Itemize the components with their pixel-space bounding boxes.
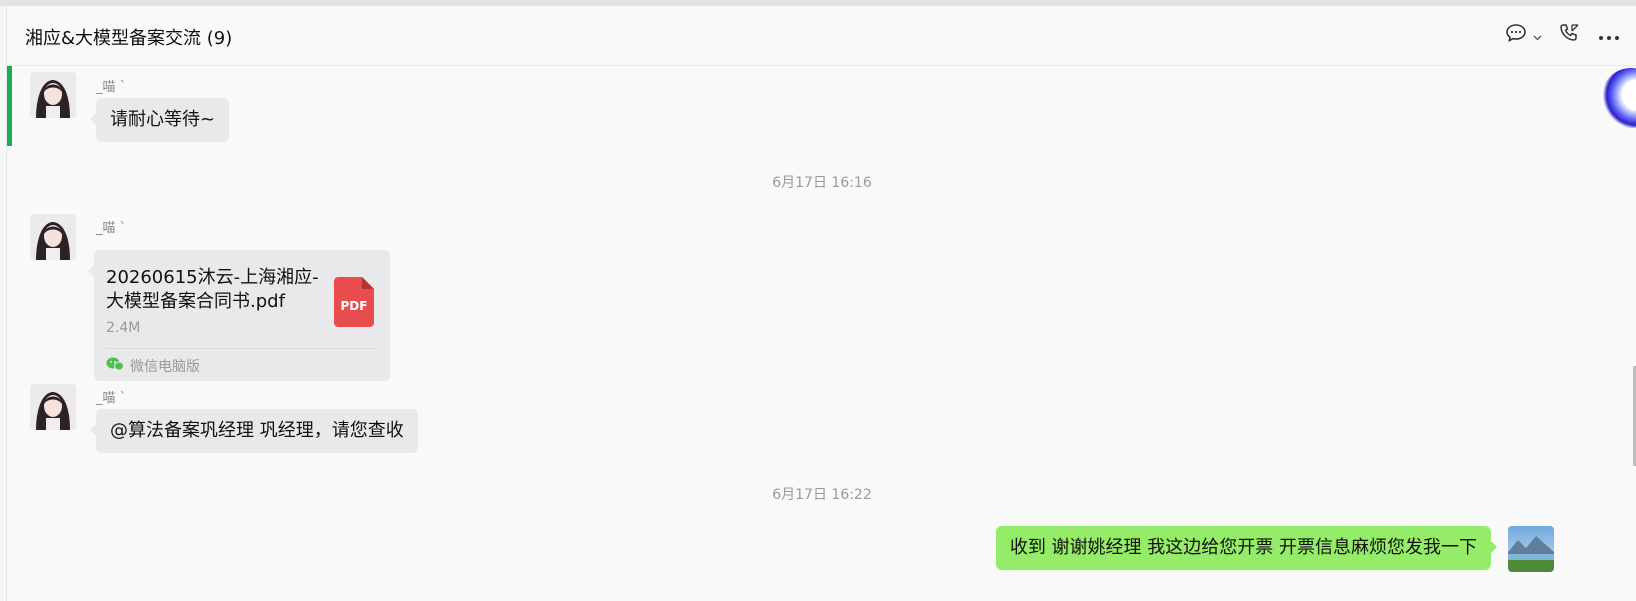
pdf-file-icon: PDF: [334, 277, 374, 327]
file-source: 微信电脑版: [106, 356, 200, 376]
chat-menu-button[interactable]: [1497, 20, 1549, 50]
wechat-icon: [106, 357, 124, 375]
timestamp: 6月17日 16:22: [772, 487, 872, 503]
more-button[interactable]: [1589, 20, 1629, 50]
avatar[interactable]: [30, 72, 76, 118]
file-size: 2.4M: [106, 320, 141, 336]
chat-header: 湘应&大模型备案交流 (9): [7, 6, 1636, 66]
pdf-label: PDF: [340, 299, 368, 313]
timestamp: 6月17日 16:16: [772, 175, 872, 191]
divider: [106, 348, 378, 349]
avatar[interactable]: [30, 214, 76, 260]
video-call-icon: [1558, 22, 1580, 48]
file-message-card[interactable]: 20260615沐云-上海湘应-大模型备案合同书.pdf 2.4M PDF 微信…: [88, 250, 390, 381]
header-actions: [1497, 20, 1629, 50]
chevron-down-icon: [1533, 26, 1542, 45]
chat-icon: [1505, 23, 1527, 47]
sender-name: _喵 `: [96, 221, 127, 236]
message-bubble[interactable]: @算法备案巩经理 巩经理，请您查收: [90, 409, 418, 453]
more-icon: [1598, 26, 1620, 45]
sender-name: _喵 `: [96, 80, 127, 95]
avatar[interactable]: [30, 384, 76, 430]
file-name: 20260615沐云-上海湘应-大模型备案合同书.pdf: [106, 267, 319, 312]
chat-window: 湘应&大模型备案交流 (9) _喵 ` 请耐心等待~ 6月17日 16:16 _…: [6, 6, 1636, 601]
self-message-bubble[interactable]: 收到 谢谢姚经理 我这边给您开票 开票信息麻烦您发我一下: [995, 526, 1498, 570]
message-bubble[interactable]: 请耐心等待~: [89, 98, 230, 142]
file-source-label: 微信电脑版: [130, 359, 200, 375]
sender-name: _喵 `: [96, 391, 127, 406]
self-avatar[interactable]: [1508, 526, 1554, 572]
chat-title: 湘应&大模型备案交流 (9): [25, 28, 233, 49]
unread-marker: [7, 66, 12, 146]
assistant-orb-icon[interactable]: [1601, 68, 1636, 128]
video-call-button[interactable]: [1549, 20, 1589, 50]
